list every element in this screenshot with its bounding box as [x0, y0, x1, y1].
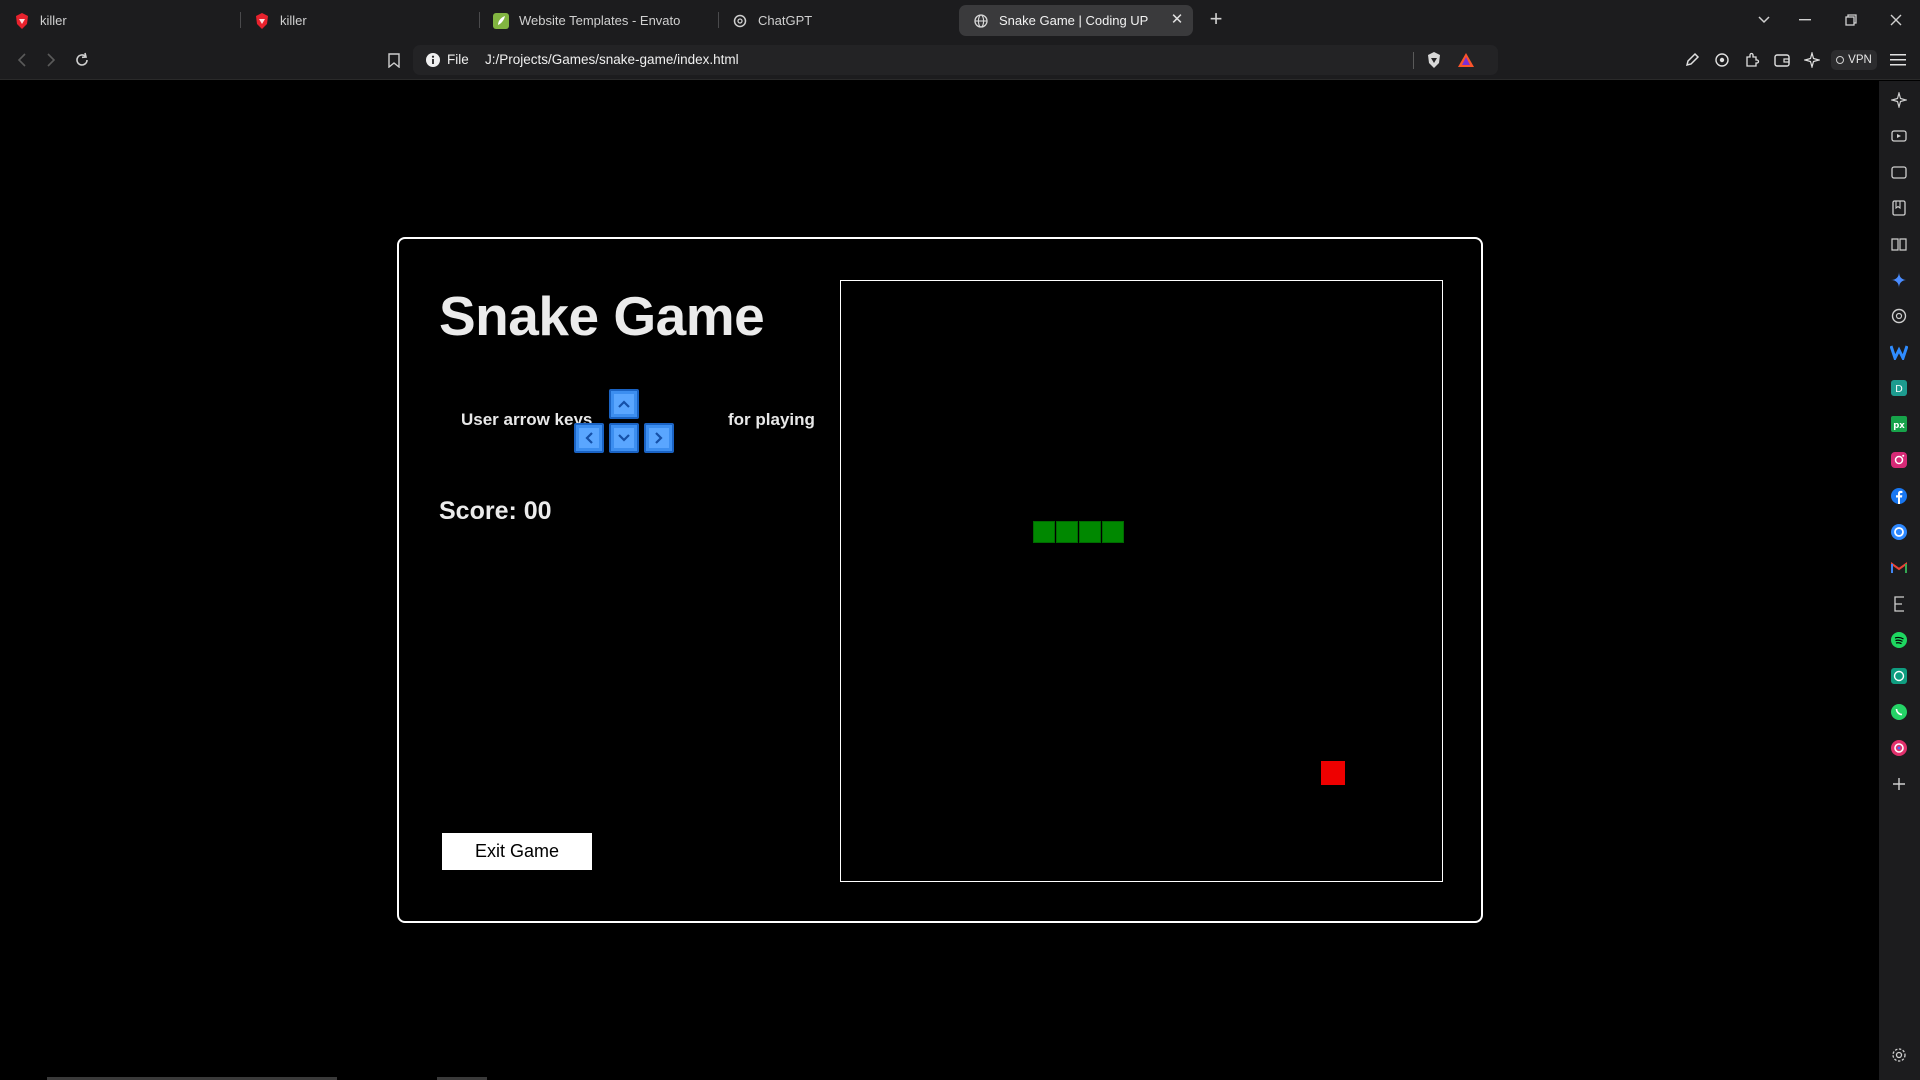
back-arrow-icon[interactable]	[10, 48, 34, 72]
game-container: Snake Game User arrow keys for playing S…	[397, 237, 1483, 923]
controls-hint: User arrow keys for playing	[461, 389, 815, 455]
malwarebytes-icon[interactable]	[1890, 343, 1908, 361]
svg-text:D: D	[1895, 384, 1903, 395]
spotify-icon[interactable]	[1890, 631, 1908, 649]
envato-leaf-icon	[493, 12, 509, 29]
scheme-label: File	[447, 52, 469, 67]
envato-e-icon[interactable]	[1890, 595, 1908, 613]
tab-chatgpt[interactable]: ChatGPT	[718, 5, 958, 36]
arrow-left-key-icon	[574, 423, 604, 453]
arrow-up-key-icon	[609, 389, 639, 419]
restore-icon[interactable]	[1839, 8, 1863, 32]
wallet-icon[interactable]	[1770, 48, 1794, 72]
messenger-icon[interactable]	[1890, 523, 1908, 541]
score-display: Score: 00	[439, 497, 552, 525]
brave-red-icon	[14, 12, 30, 29]
bookmark-icon[interactable]	[382, 48, 406, 72]
instructions-right: for playing	[728, 410, 815, 429]
media-player-icon[interactable]	[1890, 127, 1908, 145]
tab-title: Snake Game | Coding UP	[999, 13, 1149, 28]
close-window-icon[interactable]	[1884, 8, 1908, 32]
chatgpt-sidebar-icon[interactable]	[1890, 307, 1908, 325]
close-tab-icon[interactable]: ✕	[1169, 12, 1185, 28]
forward-arrow-icon[interactable]	[39, 48, 63, 72]
threads-icon[interactable]	[1890, 739, 1908, 757]
brave-rewards-icon[interactable]	[1457, 51, 1475, 69]
tab-title: ChatGPT	[758, 13, 813, 28]
leo-sparkle-icon[interactable]	[1800, 48, 1824, 72]
address-bar[interactable]: File J:/Projects/Games/snake-game/index.…	[413, 45, 1498, 75]
tab-title: Website Templates - Envato	[519, 13, 681, 28]
navigation-bar: File J:/Projects/Games/snake-game/index.…	[0, 40, 1920, 80]
vpn-button[interactable]: VPN	[1831, 50, 1877, 70]
bookmarks-sidebar-icon[interactable]	[1890, 199, 1908, 217]
leo-ai-icon[interactable]	[1890, 91, 1908, 109]
snake-segment	[1033, 521, 1055, 543]
page-viewport: Snake Game User arrow keys for playing S…	[0, 81, 1879, 1080]
deepl-icon[interactable]: D	[1890, 379, 1908, 397]
instagram-icon[interactable]	[1890, 451, 1908, 469]
wallet-sidebar-icon[interactable]	[1890, 163, 1908, 181]
globe-icon	[973, 13, 989, 29]
tab-killer-2[interactable]: killer	[240, 5, 480, 36]
reload-icon[interactable]	[70, 48, 94, 72]
vpn-label: VPN	[1848, 54, 1872, 66]
tab-title: killer	[280, 13, 307, 28]
arrow-right-key-icon	[644, 423, 674, 453]
menu-hamburger-icon[interactable]	[1886, 48, 1910, 72]
snake-head	[1102, 521, 1124, 543]
brave-red-icon	[254, 12, 270, 29]
new-tab-button[interactable]: +	[1204, 8, 1228, 32]
gmail-icon[interactable]	[1890, 559, 1908, 577]
snake-segment	[1056, 521, 1078, 543]
ai-chat-icon[interactable]	[1710, 48, 1734, 72]
exit-game-button[interactable]: Exit Game	[442, 833, 592, 870]
brave-shields-icon[interactable]	[1425, 51, 1443, 69]
info-icon[interactable]	[425, 52, 441, 68]
svg-text:px: px	[1893, 421, 1905, 431]
tab-title: killer	[40, 13, 67, 28]
px-icon[interactable]: px	[1890, 415, 1908, 433]
minimize-icon[interactable]	[1793, 8, 1817, 32]
url-text[interactable]: J:/Projects/Games/snake-game/index.html	[485, 52, 739, 67]
facebook-icon[interactable]	[1890, 487, 1908, 505]
chatgpt-icon	[732, 13, 748, 29]
extensions-icon[interactable]	[1740, 48, 1764, 72]
tab-killer-1[interactable]: killer	[0, 5, 240, 36]
browser-sidebar: D px	[1879, 81, 1920, 1080]
whatsapp-icon[interactable]	[1890, 703, 1908, 721]
tab-strip: killer killer Website Templates - Envato…	[0, 0, 1920, 40]
snake-segment	[1079, 521, 1101, 543]
instructions-left: User arrow keys	[461, 410, 593, 429]
vpn-status-icon	[1836, 56, 1845, 64]
game-board[interactable]	[840, 280, 1443, 882]
sidebar-settings-gear-icon[interactable]	[1890, 1046, 1908, 1064]
reading-list-icon[interactable]	[1890, 235, 1908, 253]
arrow-down-key-icon	[609, 423, 639, 453]
tab-envato[interactable]: Website Templates - Envato	[479, 5, 719, 36]
add-sidebar-item-icon[interactable]	[1890, 775, 1908, 793]
pen-icon[interactable]	[1680, 48, 1704, 72]
page-title: Snake Game	[439, 285, 765, 347]
food-item	[1321, 761, 1345, 785]
address-divider	[1413, 52, 1414, 69]
tab-search-chevron-icon[interactable]	[1752, 8, 1776, 32]
tab-snake-game[interactable]: Snake Game | Coding UP ✕	[959, 5, 1193, 36]
gemini-icon[interactable]	[1890, 271, 1908, 289]
whatsapp-business-icon[interactable]	[1890, 667, 1908, 685]
